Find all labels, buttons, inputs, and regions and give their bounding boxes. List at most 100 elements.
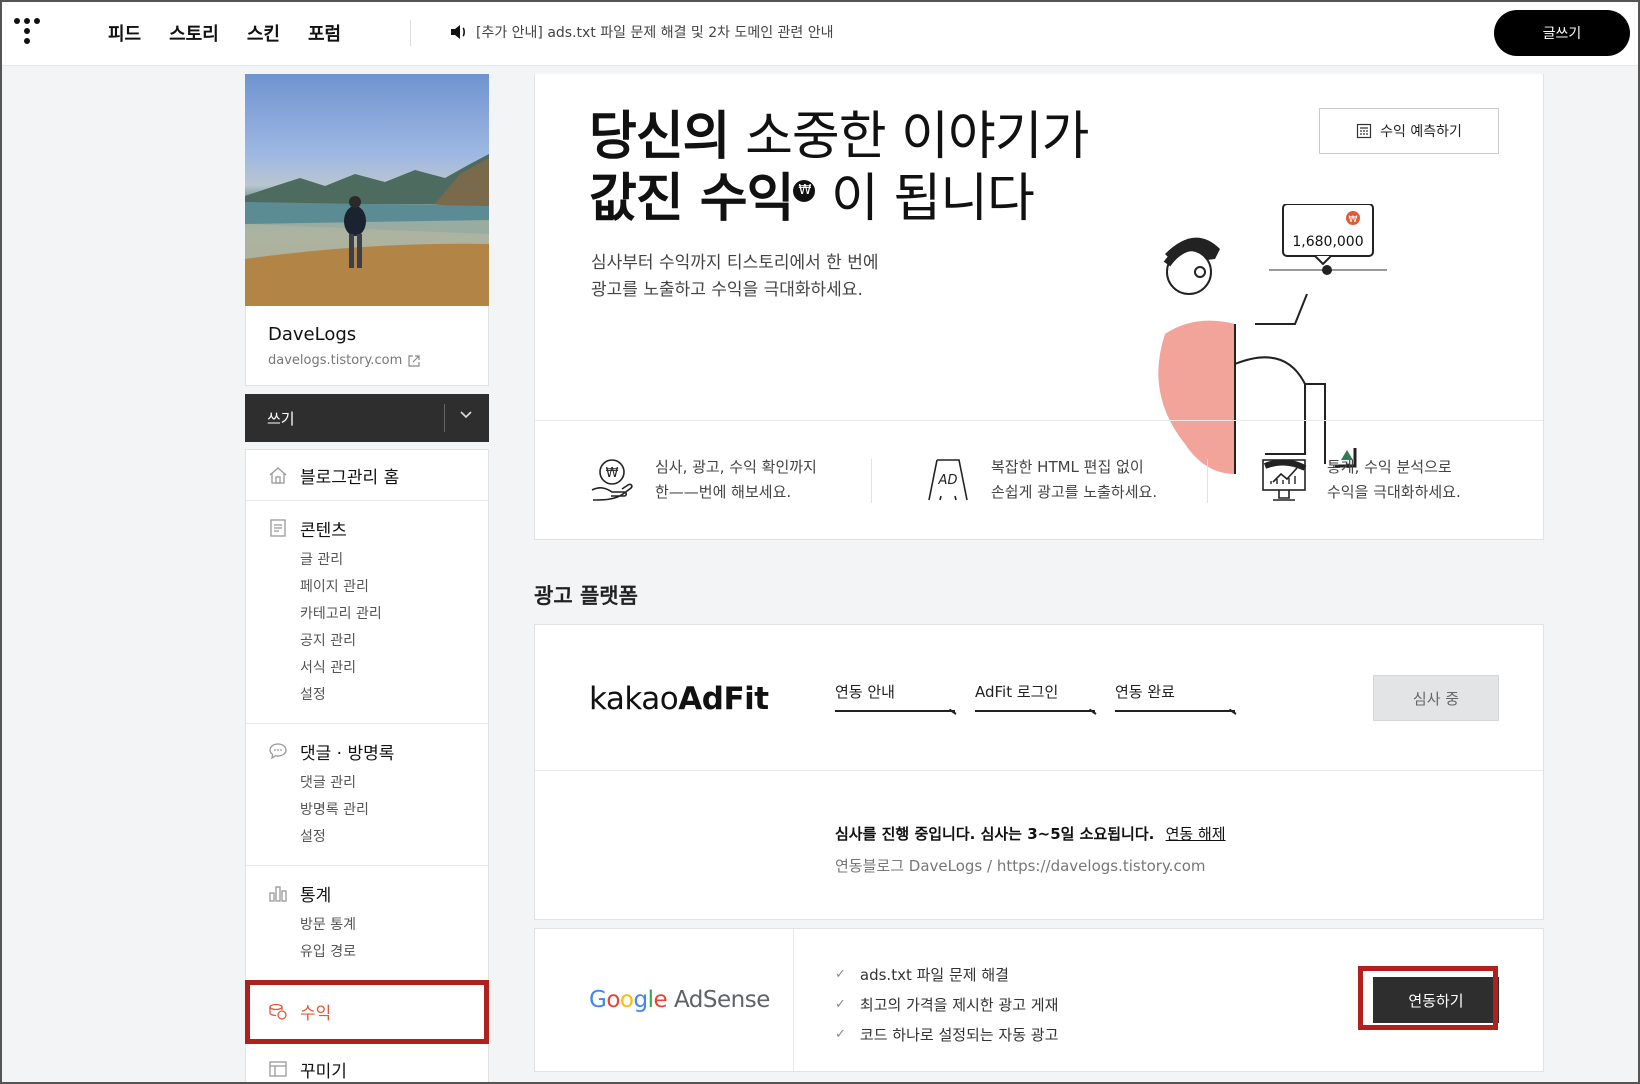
won-hand-icon: ₩: [591, 458, 633, 501]
step-label: AdFit 로그인: [975, 683, 1059, 701]
logo-adsense: AdSense: [673, 987, 770, 1013]
blog-url-row[interactable]: davelogs.tistory.com: [268, 353, 466, 368]
status-text: 심사를 진행 중입니다. 심사는 3~5일 소요됩니다.: [835, 825, 1155, 843]
submenu-comment-settings[interactable]: 설정: [300, 824, 488, 851]
feature-list: ₩ 심사, 광고, 수익 확인까지한——번에 해보세요. AD 복잡한 HTML…: [535, 420, 1543, 538]
feature-item: ₩ 심사, 광고, 수익 확인까지한——번에 해보세요.: [535, 421, 871, 538]
submenu-guestbook-manage[interactable]: 방명록 관리: [300, 797, 488, 824]
submenu-template-manage[interactable]: 서식 관리: [300, 655, 488, 682]
feature-item: 통계, 수익 분석으로수익을 극대화하세요.: [1207, 421, 1543, 538]
check-icon: ✓: [835, 1026, 846, 1042]
menu-label: 통계: [300, 885, 332, 906]
won-icon: ₩: [793, 180, 816, 202]
feature-text: 한——번에 해보세요.: [655, 482, 792, 501]
step-adfit-login[interactable]: AdFit 로그인: [975, 681, 1097, 715]
feature-text: 복잡한 HTML 편집 없이: [991, 457, 1144, 476]
logo-letter: e: [653, 987, 668, 1013]
benefit-item: ✓ ads.txt 파일 문제 해결: [835, 959, 1058, 989]
review-status-message: 심사를 진행 중입니다. 심사는 3~5일 소요됩니다. 연동 해제: [835, 823, 1226, 844]
logo-letter: G: [589, 987, 607, 1013]
nav-forum[interactable]: 포럼: [308, 20, 341, 46]
adsense-divider: [793, 929, 794, 1071]
logo-letter: o: [606, 987, 620, 1013]
layout-icon: [269, 1061, 287, 1077]
feature-text: 심사, 광고, 수익 확인까지: [655, 457, 817, 476]
menu-item-blog-home[interactable]: 블로그관리 홈: [268, 462, 488, 488]
calculator-icon: [1357, 123, 1372, 139]
submenu-visit-stats[interactable]: 방문 통계: [300, 912, 488, 939]
step-label: 연동 완료: [1115, 683, 1175, 701]
hero-subtitle: 심사부터 수익까지 티스토리에서 한 번에 광고를 노출하고 수익을 극대화하세…: [591, 250, 879, 304]
predict-revenue-button[interactable]: 수익 예측하기: [1319, 108, 1499, 154]
adfit-card: kakaoAdFit 연동 안내 AdFit 로그인 연동 완료 심사 중 심사…: [534, 624, 1544, 920]
notice-banner[interactable]: [추가 안내] ads.txt 파일 문제 해결 및 2차 도메인 관련 안내: [450, 22, 834, 42]
hero-subtitle-line: 광고를 노출하고 수익을 극대화하세요.: [591, 280, 863, 300]
check-icon: ✓: [835, 966, 846, 982]
step-guide[interactable]: 연동 안내: [835, 681, 957, 715]
hero-title-bold-1: 당신의: [589, 107, 731, 167]
feature-text: 수익을 극대화하세요.: [1327, 482, 1461, 501]
menu-label: 콘텐츠: [300, 520, 347, 541]
step-label: 연동 안내: [835, 683, 895, 701]
submenu-notice-manage[interactable]: 공지 관리: [300, 628, 488, 655]
benefit-item: ✓ 코드 하나로 설정되는 자동 광고: [835, 1019, 1058, 1049]
submenu-post-manage[interactable]: 글 관리: [300, 547, 488, 574]
submenu-category-manage[interactable]: 카테고리 관리: [300, 601, 488, 628]
hero-subtitle-line: 심사부터 수익까지 티스토리에서 한 번에: [591, 253, 879, 273]
tistory-logo[interactable]: [12, 16, 42, 48]
adfit-steps: 연동 안내 AdFit 로그인 연동 완료: [835, 681, 1237, 715]
blog-info: DaveLogs davelogs.tistory.com: [245, 306, 489, 386]
menu-group-home: 블로그관리 홈: [246, 450, 488, 501]
benefit-text: ads.txt 파일 문제 해결: [859, 965, 1009, 984]
google-adsense-logo: Google AdSense: [589, 987, 770, 1013]
kakao-adfit-logo: kakaoAdFit: [589, 681, 769, 717]
benefit-text: 최고의 가격을 제시한 광고 게재: [859, 995, 1059, 1014]
highlight-link-button: [1358, 966, 1498, 1030]
menu-item-comments[interactable]: 댓글 · 방명록: [268, 738, 488, 764]
benefit-text: 코드 하나로 설정되는 자동 광고: [859, 1025, 1059, 1044]
chevron-down-icon[interactable]: [459, 410, 473, 420]
blog-name[interactable]: DaveLogs: [268, 324, 466, 345]
submenu-referrer[interactable]: 유입 경로: [300, 939, 488, 966]
submenu-comment-manage[interactable]: 댓글 관리: [300, 770, 488, 797]
menu-label: 블로그관리 홈: [300, 467, 400, 488]
menu-group-contents: 콘텐츠 글 관리 페이지 관리 카테고리 관리 공지 관리 서식 관리 설정: [246, 501, 488, 724]
submenu-contents-settings[interactable]: 설정: [300, 682, 488, 709]
check-icon: ✓: [835, 996, 846, 1012]
document-icon: [270, 519, 286, 537]
write-post-button[interactable]: 글쓰기: [1494, 10, 1630, 56]
nav-feed[interactable]: 피드: [108, 20, 141, 46]
nav-story[interactable]: 스토리: [169, 20, 219, 46]
feature-item: AD 복잡한 HTML 편집 없이손쉽게 광고를 노출하세요.: [871, 421, 1207, 538]
menu-item-customize[interactable]: 꾸미기: [268, 1056, 488, 1082]
feature-text: 손쉽게 광고를 노출하세요.: [991, 482, 1158, 501]
speech-bubble-icon: [269, 743, 287, 760]
blog-url: davelogs.tistory.com: [268, 353, 403, 368]
menu-item-contents[interactable]: 콘텐츠: [268, 515, 488, 541]
step-link-complete[interactable]: 연동 완료: [1115, 681, 1237, 715]
logo-kakao: kakao: [589, 681, 679, 717]
feature-text: 통계, 수익 분석으로: [1327, 457, 1452, 476]
write-divider: [444, 404, 445, 432]
under-review-button[interactable]: 심사 중: [1373, 675, 1499, 721]
blog-profile-image[interactable]: [245, 74, 489, 306]
submenu-page-manage[interactable]: 페이지 관리: [300, 574, 488, 601]
write-dropdown[interactable]: 쓰기: [245, 394, 489, 442]
menu-group-stats: 통계 방문 통계 유입 경로: [246, 866, 488, 981]
hero-title-bold-2: 값진 수익: [589, 169, 794, 229]
hero-title: 당신의 소중한 이야기가 값진 수익 ₩ 이 됩니다: [589, 106, 1089, 230]
svg-text:₩: ₩: [1349, 215, 1358, 225]
menu-item-stats[interactable]: 통계: [268, 880, 488, 906]
menu-label: 댓글 · 방명록: [300, 743, 395, 764]
notice-text: [추가 안내] ads.txt 파일 문제 해결 및 2차 도메인 관련 안내: [476, 25, 834, 41]
adsense-benefits: ✓ ads.txt 파일 문제 해결 ✓ 최고의 가격을 제시한 광고 게재 ✓ 코드…: [835, 959, 1058, 1049]
speaker-icon: [451, 25, 465, 39]
monitor-chart-icon: [1262, 458, 1306, 501]
linked-blog-info: 연동블로그 DaveLogs / https://davelogs.tistor…: [835, 857, 1206, 875]
unlink-link[interactable]: 연동 해제: [1166, 825, 1226, 843]
svg-text:AD: AD: [938, 473, 958, 488]
svg-text:₩: ₩: [606, 466, 619, 481]
bar-chart-icon: [269, 886, 287, 902]
nav-skin[interactable]: 스킨: [247, 20, 280, 46]
highlight-revenue-menu: [245, 980, 489, 1044]
